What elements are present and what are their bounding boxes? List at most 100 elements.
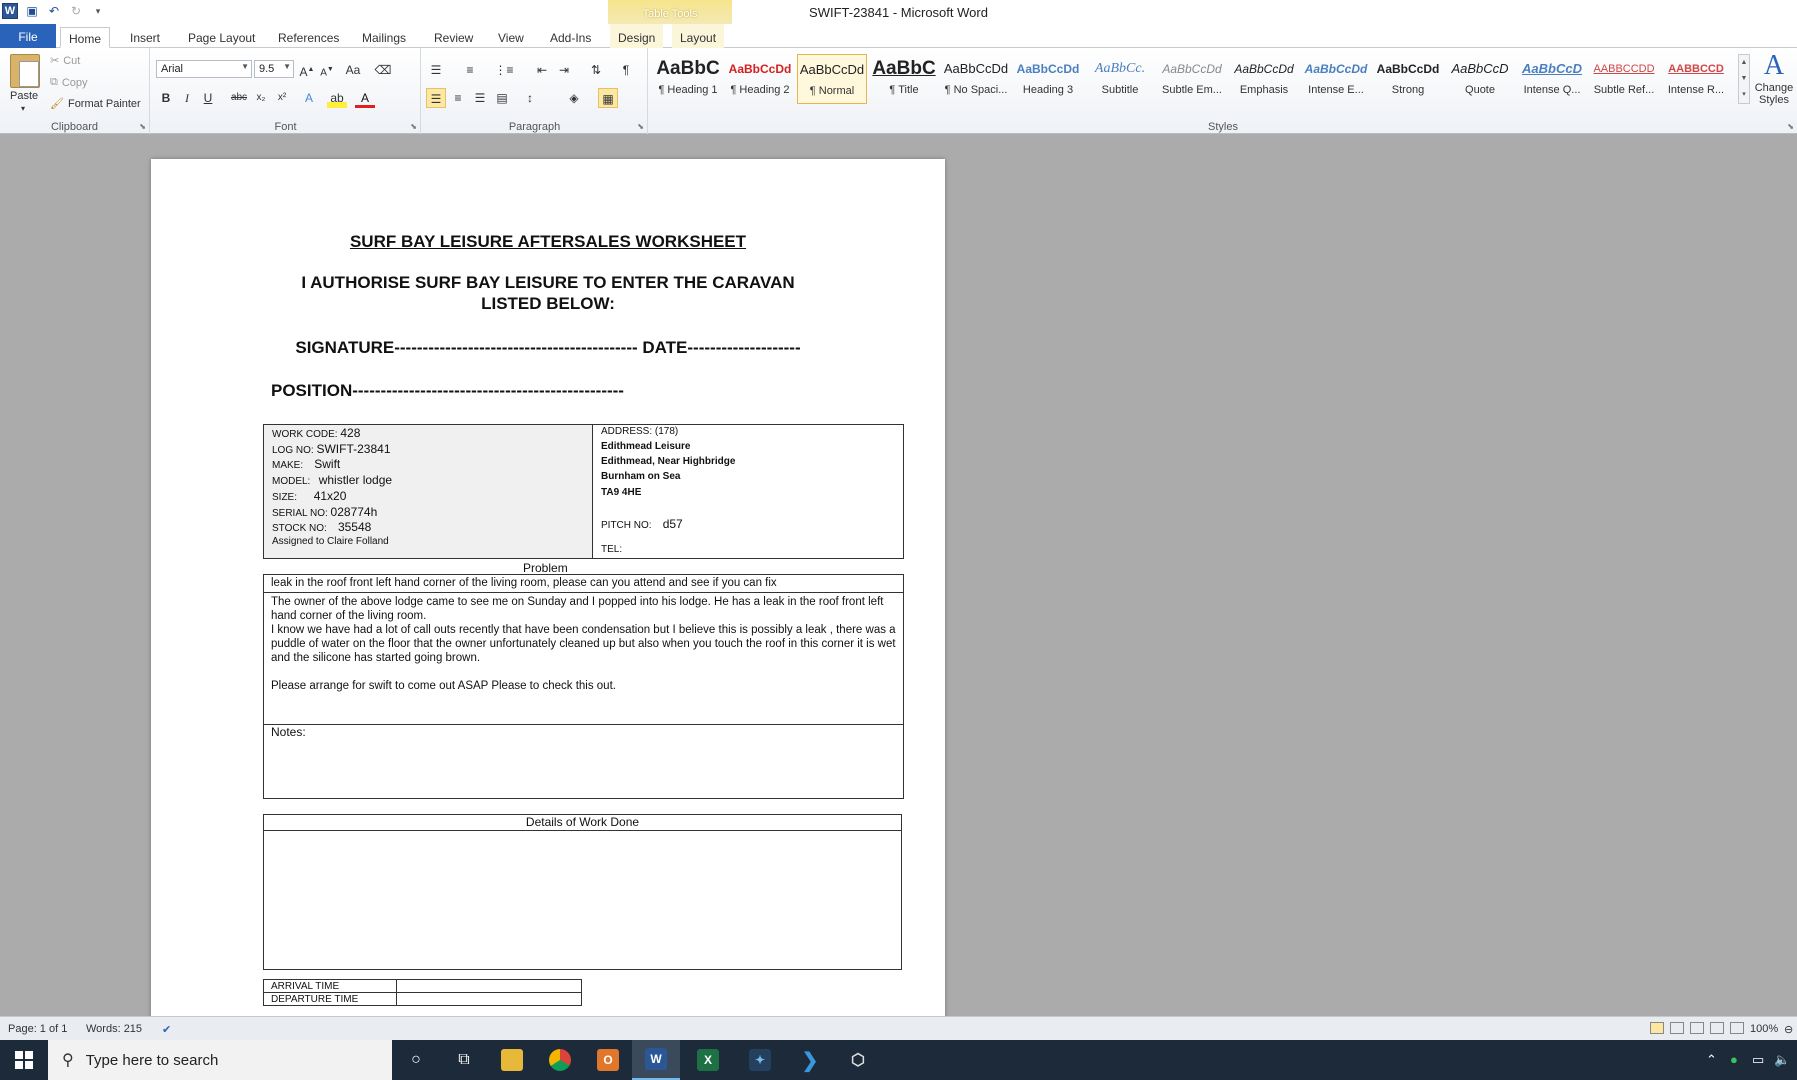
shrink-font-icon[interactable]: A▼ bbox=[317, 60, 337, 80]
clipboard-launcher-icon[interactable]: ⬊ bbox=[139, 122, 146, 131]
notes-cell[interactable]: Notes: bbox=[263, 724, 904, 799]
format-painter-button[interactable]: 🖌 Format Painter bbox=[50, 97, 141, 111]
font-launcher-icon[interactable]: ⬊ bbox=[410, 122, 417, 131]
volume-icon[interactable]: 🔈 bbox=[1774, 1052, 1790, 1068]
app-icon[interactable]: ✦ bbox=[736, 1040, 784, 1080]
tab-layout[interactable]: Layout bbox=[672, 24, 725, 48]
style-quote[interactable]: AaBbCcD Quote bbox=[1445, 54, 1515, 104]
tab-file[interactable]: File bbox=[0, 24, 56, 48]
address-cell[interactable]: ADDRESS: (178) Edithmead Leisure Edithme… bbox=[592, 424, 904, 559]
change-case-icon[interactable]: Aa bbox=[343, 60, 363, 80]
arrival-label-cell[interactable]: ARRIVAL TIME bbox=[263, 979, 397, 993]
web-layout-icon[interactable] bbox=[1690, 1022, 1704, 1034]
multilevel-list-icon[interactable]: ⋮≡ bbox=[494, 60, 514, 80]
highlight-icon[interactable]: ab bbox=[327, 88, 347, 108]
paste-button[interactable]: Paste bbox=[10, 90, 38, 102]
page-count[interactable]: Page: 1 of 1 bbox=[8, 1023, 67, 1035]
sort-icon[interactable]: ⇅ bbox=[586, 60, 606, 80]
zoom-level[interactable]: 100% bbox=[1750, 1023, 1778, 1035]
zoom-out-icon[interactable]: ⊖ bbox=[1784, 1023, 1793, 1036]
paste-dropdown-icon[interactable]: ▾ bbox=[21, 104, 25, 113]
strikethrough-icon[interactable]: abc bbox=[229, 88, 249, 108]
style-subtitle[interactable]: AaBbCc. Subtitle bbox=[1085, 54, 1155, 104]
style-heading-2[interactable]: AaBbCcDd ¶ Heading 2 bbox=[725, 54, 795, 104]
decrease-indent-icon[interactable]: ⇤ bbox=[532, 60, 552, 80]
cortana-icon[interactable]: ○ bbox=[392, 1040, 440, 1080]
bullets-icon[interactable]: ☰ bbox=[426, 60, 446, 80]
start-button[interactable] bbox=[0, 1040, 48, 1080]
style-heading-3[interactable]: AaBbCcDd Heading 3 bbox=[1013, 54, 1083, 104]
tab-design[interactable]: Design bbox=[610, 24, 664, 48]
paragraph-launcher-icon[interactable]: ⬊ bbox=[637, 122, 644, 131]
word-count[interactable]: Words: 215 bbox=[86, 1023, 142, 1035]
word-taskbar-icon[interactable]: W bbox=[632, 1040, 680, 1080]
numbering-icon[interactable]: ≡ bbox=[460, 60, 480, 80]
align-left-icon[interactable]: ☰ bbox=[426, 88, 446, 108]
style-subtle-reference[interactable]: AABBCCDD Subtle Ref... bbox=[1589, 54, 1659, 104]
font-size-field[interactable]: 9.5 ▼ bbox=[254, 60, 294, 78]
print-layout-icon[interactable] bbox=[1650, 1022, 1664, 1034]
style-heading-1[interactable]: AaBbC ¶ Heading 1 bbox=[653, 54, 723, 104]
tab-home[interactable]: Home bbox=[60, 27, 111, 48]
details-header-cell[interactable]: Details of Work Done bbox=[263, 814, 902, 831]
cut-button[interactable]: ✂ Cut bbox=[50, 54, 80, 68]
bold-icon[interactable]: B bbox=[156, 88, 176, 108]
document-area[interactable]: SURF BAY LEISURE AFTERSALES WORKSHEET I … bbox=[0, 135, 1797, 1016]
tray-app-icon[interactable]: ● bbox=[1730, 1052, 1738, 1067]
tab-references[interactable]: References bbox=[270, 27, 347, 48]
pilcrow-icon[interactable]: ¶ bbox=[616, 60, 636, 80]
task-view-icon[interactable]: ⧉ bbox=[440, 1040, 488, 1080]
style-subtle-emphasis[interactable]: AaBbCcDd Subtle Em... bbox=[1157, 54, 1227, 104]
powershell-icon[interactable]: ❯ bbox=[786, 1040, 834, 1080]
style-normal[interactable]: AaBbCcDd ¶ Normal bbox=[797, 54, 867, 104]
paste-icon[interactable] bbox=[10, 54, 40, 88]
font-name-field[interactable]: Arial ▼ bbox=[156, 60, 252, 78]
align-right-icon[interactable]: ☰ bbox=[470, 88, 490, 108]
tab-page-layout[interactable]: Page Layout bbox=[180, 27, 263, 48]
full-screen-reading-icon[interactable] bbox=[1670, 1022, 1684, 1034]
styles-launcher-icon[interactable]: ⬊ bbox=[1787, 122, 1794, 131]
tab-mailings[interactable]: Mailings bbox=[354, 27, 414, 48]
change-styles-button[interactable]: A Change Styles bbox=[1752, 50, 1796, 106]
style-intense-quote[interactable]: AaBbCcD Intense Q... bbox=[1517, 54, 1587, 104]
details-body-cell[interactable] bbox=[263, 830, 902, 970]
style-strong[interactable]: AaBbCcDd Strong bbox=[1373, 54, 1443, 104]
excel-icon[interactable]: X bbox=[684, 1040, 732, 1080]
departure-label-cell[interactable]: DEPARTURE TIME bbox=[263, 992, 397, 1006]
tray-chevron-icon[interactable]: ⌃ bbox=[1706, 1052, 1717, 1068]
outline-icon[interactable] bbox=[1710, 1022, 1724, 1034]
tab-view[interactable]: View bbox=[490, 27, 532, 48]
chrome-icon[interactable] bbox=[536, 1040, 584, 1080]
align-center-icon[interactable]: ≡ bbox=[448, 88, 468, 108]
font-color-icon[interactable]: A bbox=[355, 88, 375, 108]
justify-icon[interactable]: ▤ bbox=[492, 88, 512, 108]
underline-icon[interactable]: U bbox=[198, 88, 218, 108]
text-effects-icon[interactable]: A bbox=[299, 88, 319, 108]
tab-add-ins[interactable]: Add-Ins bbox=[542, 27, 599, 48]
proofing-icon[interactable]: ✔ bbox=[162, 1023, 171, 1036]
grow-font-icon[interactable]: A▲ bbox=[297, 60, 317, 80]
arrival-value-cell[interactable] bbox=[396, 979, 582, 993]
tab-review[interactable]: Review bbox=[426, 27, 481, 48]
style-emphasis[interactable]: AaBbCcDd Emphasis bbox=[1229, 54, 1299, 104]
borders-icon[interactable]: ▦ bbox=[598, 88, 618, 108]
problem-detail-cell[interactable]: The owner of the above lodge came to see… bbox=[263, 592, 904, 725]
tab-insert[interactable]: Insert bbox=[122, 27, 168, 48]
subscript-icon[interactable]: x₂ bbox=[251, 88, 271, 108]
problem-summary-cell[interactable]: leak in the roof front left hand corner … bbox=[263, 574, 904, 593]
style-intense-reference[interactable]: AABBCCD Intense R... bbox=[1661, 54, 1731, 104]
network-icon[interactable]: ▭ bbox=[1752, 1052, 1764, 1068]
departure-value-cell[interactable] bbox=[396, 992, 582, 1006]
italic-icon[interactable]: I bbox=[177, 88, 197, 108]
file-explorer-icon[interactable] bbox=[488, 1040, 536, 1080]
line-spacing-icon[interactable]: ↕ bbox=[520, 88, 540, 108]
clear-formatting-icon[interactable]: ⌫ bbox=[373, 60, 393, 80]
outlook-icon[interactable]: O bbox=[584, 1040, 632, 1080]
taskbar-search[interactable]: ⚲ Type here to search bbox=[48, 1040, 392, 1080]
superscript-icon[interactable]: x² bbox=[272, 88, 292, 108]
style-no-spacing[interactable]: AaBbCcDd ¶ No Spaci... bbox=[941, 54, 1011, 104]
shading-icon[interactable]: ◈ bbox=[564, 88, 584, 108]
draft-icon[interactable] bbox=[1730, 1022, 1744, 1034]
copy-button[interactable]: ⧉ Copy bbox=[50, 76, 88, 89]
style-title[interactable]: AaBbC ¶ Title bbox=[869, 54, 939, 104]
